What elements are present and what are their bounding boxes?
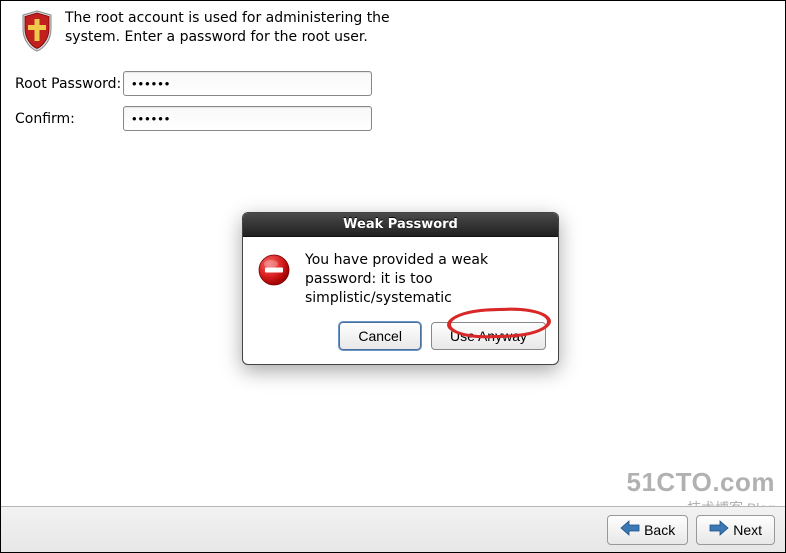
- cancel-button[interactable]: Cancel: [339, 322, 421, 350]
- weak-password-dialog: Weak Password You have provided a weak p…: [242, 212, 559, 365]
- next-button-label: Next: [733, 522, 762, 538]
- dialog-message: You have provided a weak password: it is…: [305, 251, 542, 308]
- root-password-description: The root account is used for administeri…: [65, 9, 395, 47]
- arrow-left-icon: [620, 520, 640, 539]
- root-password-row: Root Password:: [15, 71, 773, 96]
- dialog-body: You have provided a weak password: it is…: [243, 237, 558, 322]
- dialog-title: Weak Password: [243, 213, 558, 237]
- next-button[interactable]: Next: [696, 515, 775, 545]
- confirm-password-input[interactable]: [123, 106, 372, 131]
- shield-icon: [19, 9, 55, 57]
- dialog-button-row: Cancel Use Anyway: [243, 322, 558, 364]
- root-password-label: Root Password:: [15, 76, 123, 92]
- use-anyway-button[interactable]: Use Anyway: [431, 322, 546, 350]
- confirm-password-label: Confirm:: [15, 111, 123, 127]
- header-row: The root account is used for administeri…: [1, 1, 785, 57]
- arrow-right-icon: [709, 520, 729, 539]
- password-form: Root Password: Confirm:: [1, 57, 785, 131]
- confirm-password-row: Confirm:: [15, 106, 773, 131]
- root-password-input[interactable]: [123, 71, 372, 96]
- back-button[interactable]: Back: [607, 515, 688, 545]
- watermark-line1: 51CTO.com: [626, 467, 775, 498]
- error-icon: [257, 253, 291, 291]
- footer-nav: Back Next: [1, 506, 785, 552]
- back-button-label: Back: [644, 522, 675, 538]
